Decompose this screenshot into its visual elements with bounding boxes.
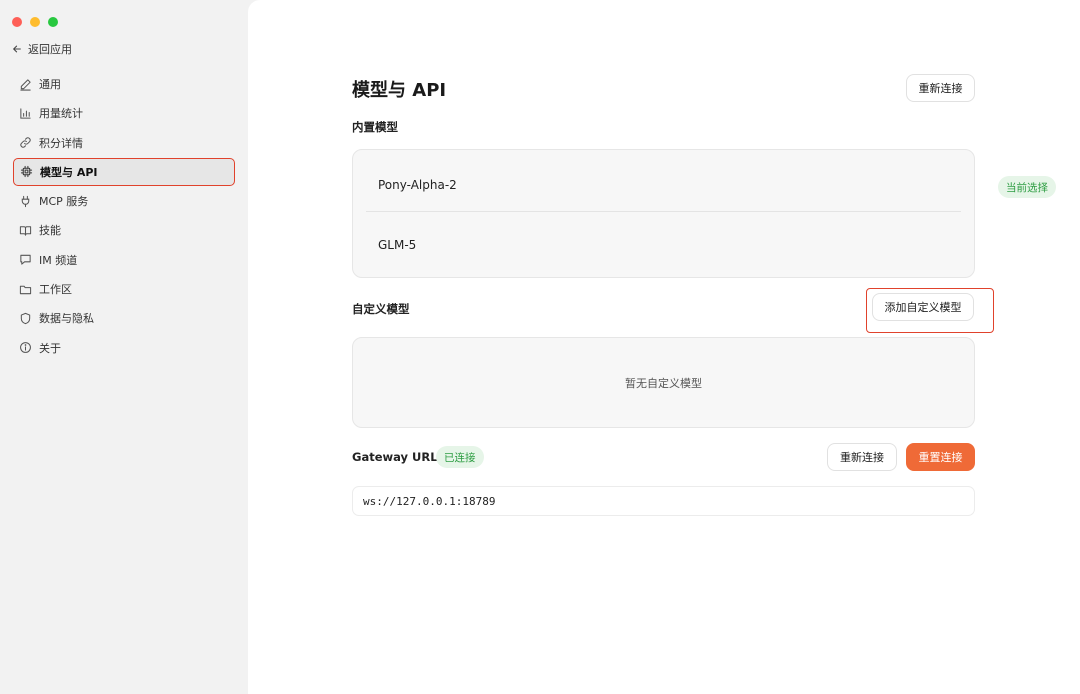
- custom-models-label: 自定义模型: [352, 302, 410, 316]
- sidebar-item-label: MCP 服务: [39, 195, 89, 209]
- reset-connection-button[interactable]: 重置连接: [906, 443, 975, 471]
- chat-bubble-icon: [20, 255, 31, 265]
- settings-window: 返回应用 通用 用量统计 积分详情 模型与 API MCP 服务 技能 IM 频…: [0, 0, 1080, 694]
- gateway-url-field[interactable]: ws://127.0.0.1:18789: [352, 486, 975, 516]
- book-icon: [19, 226, 32, 236]
- back-to-app-button[interactable]: 返回应用: [12, 41, 72, 57]
- row-divider: [366, 211, 961, 212]
- back-label: 返回应用: [28, 43, 72, 56]
- model-row-glm-5[interactable]: GLM-5: [353, 215, 974, 274]
- arrow-left-icon: [13, 45, 21, 53]
- model-row-pony-alpha-2[interactable]: Pony-Alpha-2: [353, 155, 974, 214]
- sidebar-item-about[interactable]: 关于: [13, 334, 235, 362]
- sidebar-item-privacy[interactable]: 数据与隐私: [13, 304, 235, 332]
- zoom-window-button[interactable]: [48, 17, 58, 27]
- add-custom-model-button[interactable]: 添加自定义模型: [872, 293, 974, 321]
- close-window-button[interactable]: [12, 17, 22, 27]
- sidebar-item-label: 工作区: [39, 283, 72, 297]
- folder-icon: [19, 285, 32, 294]
- custom-models-empty-card: 暂无自定义模型: [352, 337, 975, 428]
- gateway-url-label: Gateway URL: [352, 450, 438, 464]
- connection-status-badge: 已连接: [436, 446, 484, 468]
- sidebar-item-mcp[interactable]: MCP 服务: [13, 187, 235, 215]
- cpu-icon: [20, 166, 33, 178]
- sidebar-item-label: 模型与 API: [40, 165, 98, 179]
- sidebar-item-label: 用量统计: [39, 107, 83, 121]
- settings-nav: 通用 用量统计 积分详情 模型与 API MCP 服务 技能 IM 频道 工作区…: [13, 70, 235, 363]
- minimize-window-button[interactable]: [30, 17, 40, 27]
- bar-chart-icon: [20, 108, 31, 119]
- shield-icon: [20, 312, 31, 324]
- link-icon: [20, 137, 31, 148]
- sidebar-item-general[interactable]: 通用: [13, 70, 235, 98]
- model-name: Pony-Alpha-2: [378, 177, 457, 192]
- sidebar-item-label: IM 频道: [39, 253, 78, 267]
- sidebar-item-label: 通用: [39, 78, 61, 91]
- sidebar-item-models-api[interactable]: 模型与 API: [13, 157, 235, 186]
- sidebar-item-im[interactable]: IM 频道: [13, 246, 235, 274]
- reconnect-button[interactable]: 重新连接: [906, 74, 975, 102]
- sidebar-item-skills[interactable]: 技能: [13, 216, 235, 244]
- info-icon: [20, 342, 31, 354]
- sidebar-item-usage[interactable]: 用量统计: [13, 99, 235, 127]
- sidebar: 返回应用 通用 用量统计 积分详情 模型与 API MCP 服务 技能 IM 频…: [0, 0, 248, 694]
- sidebar-item-label: 积分详情: [39, 136, 83, 150]
- sidebar-item-label: 关于: [39, 341, 61, 355]
- empty-state-text: 暂无自定义模型: [625, 376, 702, 390]
- sidebar-item-credits[interactable]: 积分详情: [13, 129, 235, 157]
- current-selection-badge: 当前选择: [998, 176, 1056, 198]
- sidebar-item-workspace[interactable]: 工作区: [13, 275, 235, 303]
- window-controls: [12, 17, 58, 27]
- model-name: GLM-5: [378, 237, 417, 252]
- builtin-models-card: Pony-Alpha-2 GLM-5: [352, 149, 975, 278]
- page-title: 模型与 API: [352, 80, 447, 101]
- plug-icon: [21, 195, 30, 207]
- builtin-models-label: 内置模型: [352, 120, 398, 134]
- pencil-icon: [20, 78, 31, 91]
- sidebar-item-label: 技能: [39, 224, 61, 238]
- gateway-reconnect-button[interactable]: 重新连接: [827, 443, 897, 471]
- main-panel: 模型与 API 重新连接 内置模型 Pony-Alpha-2 GLM-5 当前选…: [248, 0, 1080, 694]
- sidebar-item-label: 数据与隐私: [39, 312, 94, 326]
